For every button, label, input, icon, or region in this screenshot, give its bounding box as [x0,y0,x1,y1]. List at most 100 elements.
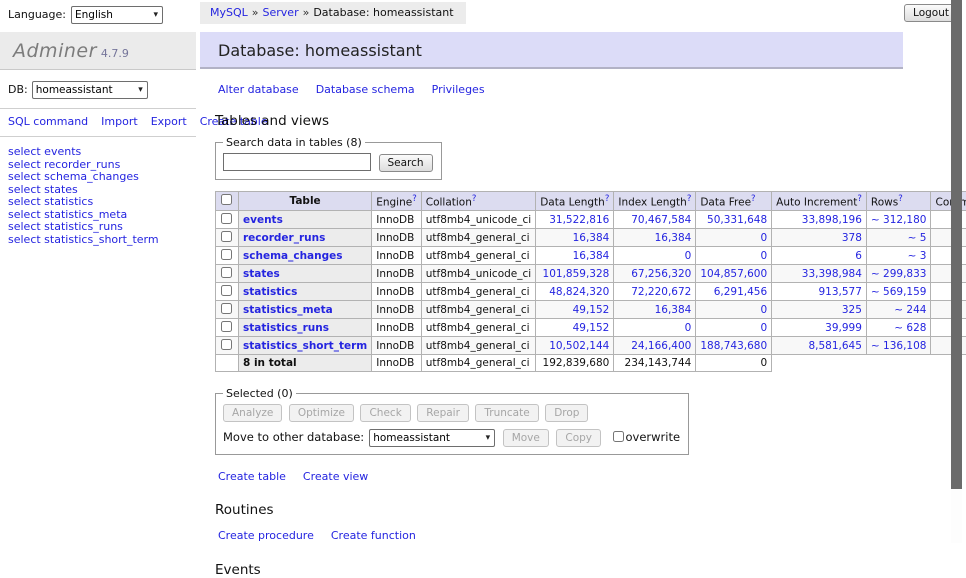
help-link[interactable]: ? [857,194,862,204]
help-link[interactable]: ? [412,194,417,204]
rows-count-link[interactable]: ~ 628 [894,322,926,334]
overwrite-label: overwrite [626,430,681,444]
db-select[interactable]: homeassistant [32,81,148,99]
help-link[interactable]: ? [605,194,610,204]
scrollbar-thumb[interactable] [951,0,962,489]
help-link[interactable]: ? [687,194,692,204]
sidebar-select-link[interactable]: select statistics [8,196,188,209]
sidebar-action-links: SQL commandImportExportCreate table [0,109,196,136]
select-all-checkbox[interactable] [221,194,232,205]
breadcrumb-mysql-link[interactable]: MySQL [210,6,248,19]
table-name-link[interactable]: statistics_short_term [243,340,367,352]
auto-increment-cell: 378 [772,229,867,247]
total-data-length: 192,839,680 [536,355,614,372]
breadcrumb: MySQL»Server»Database: homeassistant [200,2,466,24]
col-header-collation: Collation? [421,191,535,211]
row-checkbox[interactable] [221,321,232,332]
index-length-cell: 67,256,320 [614,265,696,283]
rows-count-link[interactable]: ~ 312,180 [871,214,927,226]
database-schema-link[interactable]: Database schema [316,83,415,96]
sidebar: Adminer4.7.9 DB:homeassistant SQL comman… [0,32,196,255]
language-select[interactable]: English [71,6,163,24]
row-checkbox[interactable] [221,339,232,350]
col-header-data-length: Data Length? [536,191,614,211]
help-link[interactable]: ? [898,194,903,204]
row-checkbox[interactable] [221,213,232,224]
table-name-link[interactable]: recorder_runs [243,232,325,244]
help-link[interactable]: ? [472,194,477,204]
create-table-link[interactable]: Create table [218,470,286,483]
table-name-link[interactable]: states [243,268,280,280]
rows-count-link[interactable]: ~ 3 [908,250,927,262]
sidebar-select-link[interactable]: select statistics_short_term [8,234,188,247]
create-procedure-link[interactable]: Create procedure [218,529,314,542]
data-length-cell: 16,384 [536,229,614,247]
adminer-version[interactable]: 4.7.9 [101,47,129,60]
logo-bar: Adminer 4.7.9 [0,32,196,70]
search-input[interactable] [223,153,371,171]
language-label: Language: [8,8,66,21]
row-checkbox[interactable] [221,303,232,314]
engine-cell: InnoDB [372,211,422,229]
copy-button[interactable]: Copy [556,429,601,447]
table-row: schema_changes InnoDB utf8mb4_general_ci… [216,247,966,265]
vertical-scrollbar[interactable] [951,0,962,543]
row-checkbox[interactable] [221,249,232,260]
auto-increment-cell: 33,398,984 [772,265,867,283]
overwrite-checkbox[interactable] [613,431,624,442]
tables-body: events InnoDB utf8mb4_unicode_ci 31,522,… [216,211,966,355]
table-name-link[interactable]: statistics_runs [243,322,329,334]
move-database-select[interactable]: homeassistant [369,429,495,447]
rows-count-link[interactable]: ~ 136,108 [871,340,927,352]
import-link[interactable]: Import [101,115,138,128]
index-length-cell: 0 [614,319,696,337]
index-length-cell: 72,220,672 [614,283,696,301]
rows-count-link[interactable]: ~ 5 [908,232,927,244]
table-name-link[interactable]: schema_changes [243,250,343,262]
search-button[interactable]: Search [379,154,433,172]
index-length-cell: 24,166,400 [614,337,696,355]
create-function-link[interactable]: Create function [331,529,416,542]
privileges-link[interactable]: Privileges [432,83,485,96]
optimize-button[interactable]: Optimize [289,404,354,422]
table-name-link[interactable]: statistics [243,286,297,298]
sidebar-select-link[interactable]: select events [8,146,188,159]
index-length-cell: 0 [614,247,696,265]
table-name-link[interactable]: events [243,214,283,226]
table-name-link[interactable]: statistics_meta [243,304,333,316]
breadcrumb-separator: » [252,6,259,19]
logout-button[interactable]: Logout [904,4,958,22]
sidebar-select-link[interactable]: select schema_changes [8,171,188,184]
auto-increment-cell: 913,577 [772,283,867,301]
engine-cell: InnoDB [372,283,422,301]
create-view-link[interactable]: Create view [303,470,368,483]
col-header-auto-increment: Auto Increment? [772,191,867,211]
repair-button[interactable]: Repair [417,404,469,422]
rows-count-link[interactable]: ~ 299,833 [871,268,927,280]
rows-count-link[interactable]: ~ 244 [894,304,926,316]
row-checkbox[interactable] [221,231,232,242]
move-button[interactable]: Move [503,429,549,447]
rows-count-link[interactable]: ~ 569,159 [871,286,927,298]
row-checkbox[interactable] [221,267,232,278]
check-button[interactable]: Check [360,404,410,422]
alter-database-link[interactable]: Alter database [218,83,299,96]
col-header-table: Table [239,191,372,211]
selected-legend: Selected (0) [223,387,296,400]
data-length-cell: 49,152 [536,301,614,319]
truncate-button[interactable]: Truncate [475,404,538,422]
adminer-logo[interactable]: Adminer [13,40,97,62]
move-row: Move to other database:homeassistant Mov… [223,429,680,447]
row-checkbox[interactable] [221,285,232,296]
help-link[interactable]: ? [751,194,756,204]
data-length-cell: 10,502,144 [536,337,614,355]
analyze-button[interactable]: Analyze [223,404,282,422]
breadcrumb-server-link[interactable]: Server [263,6,299,19]
total-data-free: 0 [696,355,772,372]
selected-buttons-row: Analyze Optimize Check Repair Truncate D… [223,404,680,422]
sql-command-link[interactable]: SQL command [8,115,88,128]
sidebar-select-link[interactable]: select statistics_runs [8,221,188,234]
col-header-rows: Rows? [866,191,931,211]
export-link[interactable]: Export [151,115,187,128]
drop-button[interactable]: Drop [545,404,588,422]
